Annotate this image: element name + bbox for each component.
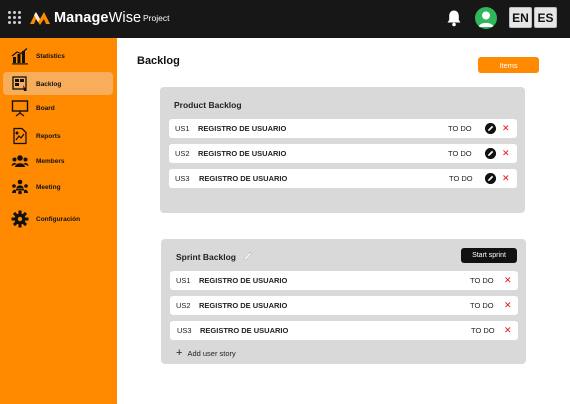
sidebar: Statistics Backlog Board Reports Members… <box>0 38 117 404</box>
table-row[interactable]: US3 REGISTRO DE USUARIO TO DO ✕ <box>170 321 518 340</box>
presentation-board-icon <box>11 100 29 117</box>
story-id: US1 <box>175 124 190 133</box>
story-name: REGISTRO DE USUARIO <box>200 326 289 335</box>
sidebar-item-board[interactable]: Board <box>0 96 117 120</box>
page-title: Backlog <box>137 55 180 67</box>
sidebar-item-reports[interactable]: Reports <box>0 124 117 148</box>
language-en-button[interactable]: EN <box>509 7 532 28</box>
add-user-story-button[interactable]: + Add user story <box>176 348 236 359</box>
gear-icon <box>11 210 29 228</box>
report-document-icon <box>13 127 27 145</box>
add-user-story-label: Add user story <box>187 349 236 358</box>
sidebar-item-label: Statistics <box>36 52 65 60</box>
backlog-board-icon <box>12 76 27 91</box>
sidebar-item-members[interactable]: Members <box>0 149 117 173</box>
edit-icon[interactable] <box>485 148 496 159</box>
bell-icon[interactable] <box>446 9 462 27</box>
edit-icon[interactable] <box>485 173 496 184</box>
sidebar-item-label: Board <box>36 104 55 112</box>
sidebar-item-label: Members <box>36 157 65 165</box>
story-name: REGISTRO DE USUARIO <box>199 301 288 310</box>
sidebar-item-label: Backlog <box>36 80 62 88</box>
managewise-logo-icon <box>30 12 50 25</box>
start-sprint-button[interactable]: Start sprint <box>461 248 517 263</box>
story-status: TO DO <box>470 276 494 285</box>
product-backlog-panel: Product Backlog US1 REGISTRO DE USUARIO … <box>160 87 525 213</box>
delete-icon[interactable]: ✕ <box>504 301 512 310</box>
story-name: REGISTRO DE USUARIO <box>198 149 287 158</box>
sidebar-item-configuracion[interactable]: Configuración <box>0 207 117 231</box>
app-logo[interactable]: ManageWise <box>29 8 141 28</box>
sidebar-item-backlog[interactable]: Backlog <box>0 72 117 96</box>
story-name: REGISTRO DE USUARIO <box>198 124 287 133</box>
sidebar-item-label: Reports <box>36 132 61 140</box>
delete-icon[interactable]: ✕ <box>504 326 512 335</box>
language-es-button[interactable]: ES <box>534 7 557 28</box>
people-group-icon <box>11 155 29 167</box>
sprint-backlog-panel: Sprint Backlog Start sprint US1 REGISTRO… <box>161 239 526 364</box>
app-grid-icon[interactable] <box>8 11 21 24</box>
story-status: TO DO <box>470 301 494 310</box>
nav-project-link[interactable]: Project <box>143 13 169 23</box>
story-status: TO DO <box>471 326 495 335</box>
story-name: REGISTRO DE USUARIO <box>199 276 288 285</box>
user-avatar-icon <box>478 11 494 27</box>
story-id: US1 <box>176 276 191 285</box>
story-status: TO DO <box>449 174 473 183</box>
table-row[interactable]: US2 REGISTRO DE USUARIO TO DO ✕ <box>169 144 517 163</box>
delete-icon[interactable]: ✕ <box>502 149 510 158</box>
bar-chart-icon <box>11 48 28 65</box>
top-bar: ManageWise Project EN ES <box>0 0 570 38</box>
table-row[interactable]: US2 REGISTRO DE USUARIO TO DO ✕ <box>170 296 518 315</box>
items-button[interactable]: Items <box>478 57 539 73</box>
delete-icon[interactable]: ✕ <box>504 276 512 285</box>
delete-icon[interactable]: ✕ <box>502 174 510 183</box>
product-backlog-title: Product Backlog <box>174 100 242 110</box>
sidebar-item-label: Meeting <box>36 183 61 191</box>
user-avatar[interactable] <box>475 7 497 29</box>
app-name: ManageWise <box>54 10 142 26</box>
table-row[interactable]: US3 REGISTRO DE USUARIO TO DO ✕ <box>169 169 517 188</box>
sprint-backlog-title: Sprint Backlog <box>176 252 236 262</box>
story-status: TO DO <box>448 124 472 133</box>
story-id: US3 <box>175 174 190 183</box>
delete-icon[interactable]: ✕ <box>502 124 510 133</box>
pencil-icon[interactable] <box>243 251 253 261</box>
sidebar-item-statistics[interactable]: Statistics <box>0 44 117 68</box>
story-id: US2 <box>176 301 191 310</box>
meeting-icon <box>12 179 28 195</box>
story-name: REGISTRO DE USUARIO <box>199 174 288 183</box>
story-id: US2 <box>175 149 190 158</box>
table-row[interactable]: US1 REGISTRO DE USUARIO TO DO ✕ <box>170 271 518 290</box>
edit-icon[interactable] <box>485 123 496 134</box>
table-row[interactable]: US1 REGISTRO DE USUARIO TO DO ✕ <box>169 119 517 138</box>
plus-icon: + <box>176 347 183 359</box>
sidebar-item-meeting[interactable]: Meeting <box>0 175 117 199</box>
story-id: US3 <box>177 326 192 335</box>
sidebar-item-label: Configuración <box>36 215 81 223</box>
story-status: TO DO <box>448 149 472 158</box>
